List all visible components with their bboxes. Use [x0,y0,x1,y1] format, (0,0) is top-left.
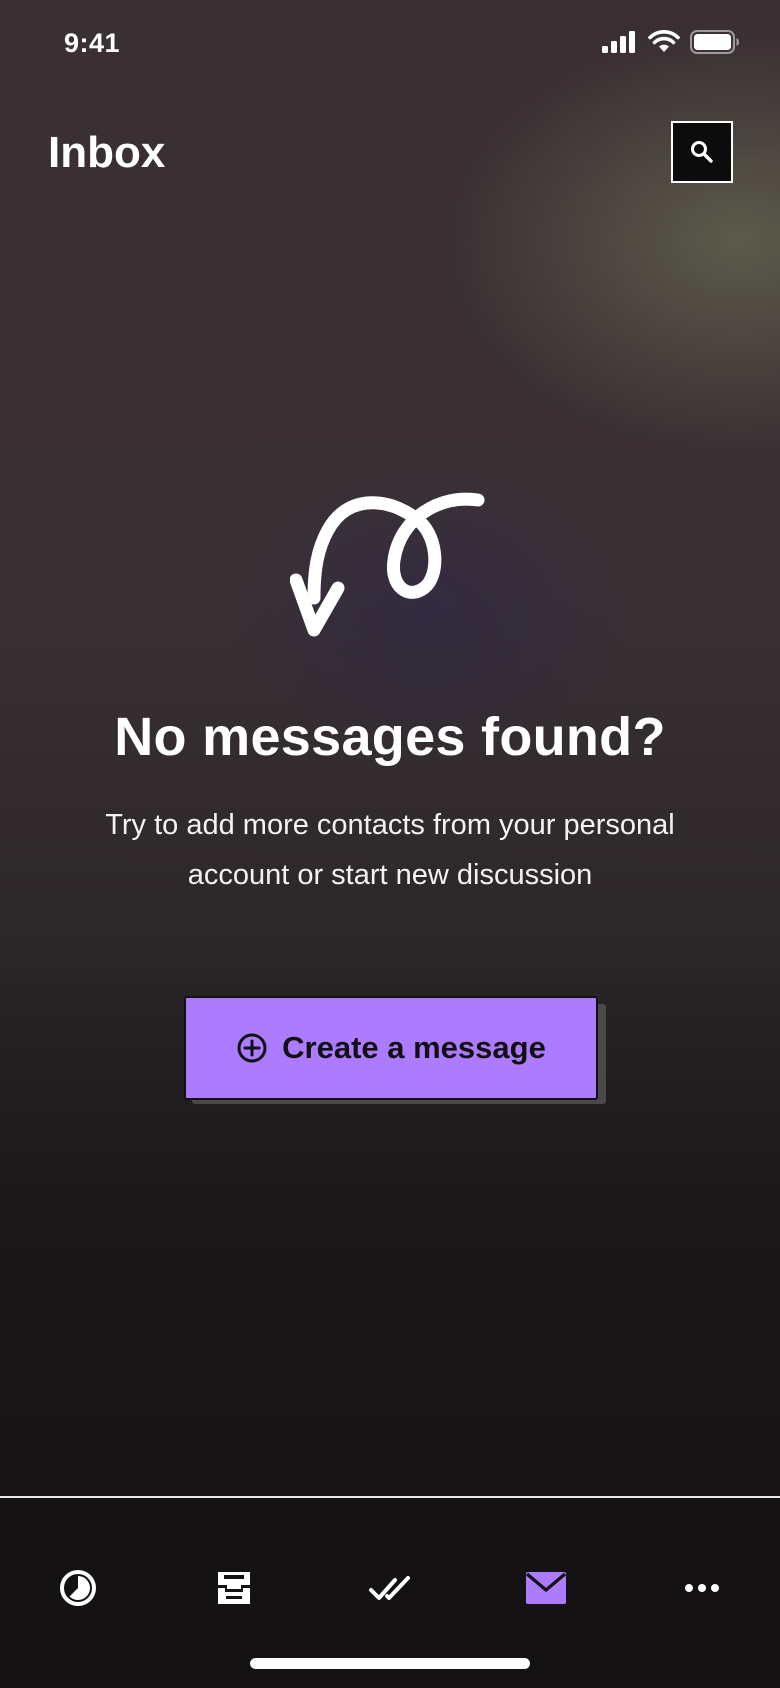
curly-arrow-illustration [290,492,485,637]
wifi-icon [648,30,680,52]
search-icon [691,141,713,163]
mail-icon [525,1572,567,1604]
battery-icon [690,30,739,54]
empty-state-title: No messages found? [114,707,666,767]
clock-icon [60,1570,96,1606]
tab-recent[interactable] [38,1548,118,1628]
cellular-signal-icon [602,31,635,53]
home-indicator [250,1658,530,1669]
page-title: Inbox [48,128,166,177]
double-check-icon [369,1576,410,1600]
search-button[interactable] [671,121,733,183]
status-bar: 9:41 [0,0,780,88]
plus-circle-icon [237,1033,267,1063]
create-message-wrapper: Create a message [184,996,606,1104]
create-message-label: Create a message [282,1030,546,1065]
empty-state-description: Try to add more contacts from your perso… [105,809,675,891]
create-message-button[interactable]: Create a message [184,996,598,1100]
tab-archive[interactable] [194,1548,274,1628]
status-icons [602,30,740,54]
archive-icon [218,1572,250,1604]
more-icon [685,1584,719,1592]
tab-done[interactable] [350,1548,430,1628]
status-time: 9:41 [64,28,121,58]
inbox-screen: 9:41 Inbox No messages found? Try to add… [0,0,780,1688]
header: Inbox [0,110,780,190]
tab-inbox[interactable] [506,1548,586,1628]
tab-more[interactable] [662,1548,742,1628]
